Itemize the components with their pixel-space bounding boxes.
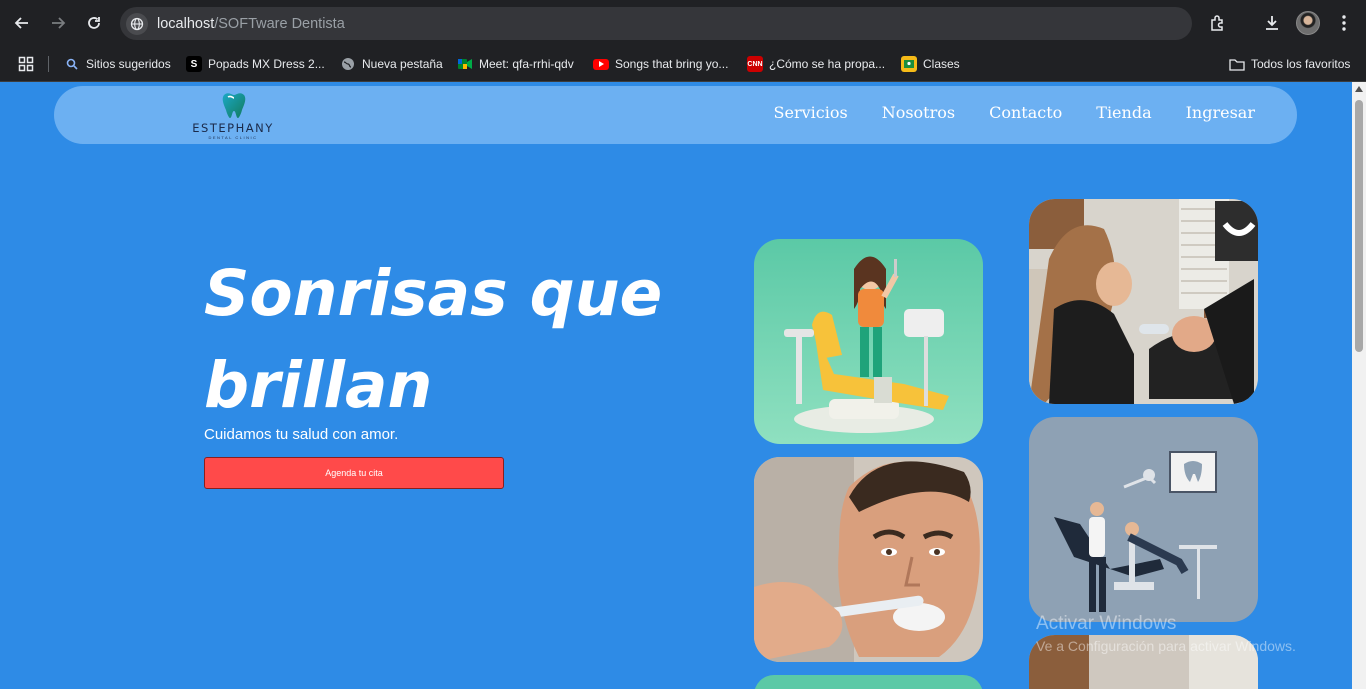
url-path: /SOFTware Dentista xyxy=(214,15,345,32)
partial-image-card xyxy=(754,675,983,689)
bookmark-nueva-pestana[interactable]: Nueva pestaña xyxy=(340,55,443,73)
logo-text: ESTEPHANY xyxy=(192,121,274,135)
all-favorites-folder[interactable]: Todos los favoritos xyxy=(1229,55,1350,73)
nav-ingresar[interactable]: Ingresar xyxy=(1186,103,1255,122)
scrollbar-thumb[interactable] xyxy=(1355,100,1363,352)
clinic-logo[interactable]: ESTEPHANY DENTAL CLINIC xyxy=(184,90,282,142)
bookmark-label: Sitios sugeridos xyxy=(86,57,171,71)
bookmark-label: Nueva pestaña xyxy=(362,57,443,71)
bookmark-popads[interactable]: S Popads MX Dress 2... xyxy=(186,55,325,73)
bookmark-label: Songs that bring yo... xyxy=(615,57,729,71)
bookmark-label: Popads MX Dress 2... xyxy=(208,57,325,71)
book-appointment-button[interactable]: Agenda tu cita xyxy=(204,457,504,489)
nav-contacto[interactable]: Contacto xyxy=(989,103,1062,122)
bookmark-label: Clases xyxy=(923,57,960,71)
windows-activation-subtitle: Ve a Configuración para activar Windows. xyxy=(1036,638,1296,654)
nav-nosotros[interactable]: Nosotros xyxy=(882,103,955,122)
s-letter-icon: S xyxy=(186,56,202,72)
cnn-icon: CNN xyxy=(747,56,763,72)
bookmarks-separator xyxy=(48,56,49,72)
brushing-teeth-photo xyxy=(754,457,983,662)
folder-icon xyxy=(1229,56,1245,72)
youtube-icon xyxy=(593,58,609,70)
bookmark-meet[interactable]: Meet: qfa-rrhi-qdv xyxy=(457,55,574,73)
globe-icon xyxy=(340,56,356,72)
logo-subtext: DENTAL CLINIC xyxy=(208,135,258,140)
meet-icon xyxy=(457,56,473,72)
bookmark-sitios-sugeridos[interactable]: Sitios sugeridos xyxy=(64,55,171,73)
reload-icon[interactable] xyxy=(82,11,106,35)
url-text: localhost/SOFTware Dentista xyxy=(157,16,345,32)
windows-activation-title: Activar Windows xyxy=(1036,613,1177,634)
tooth-logo-icon xyxy=(222,93,246,118)
page-content: ESTEPHANY DENTAL CLINIC Servicios Nosotr… xyxy=(0,82,1352,689)
dentist-exam-photo xyxy=(1029,199,1258,404)
extensions-icon[interactable] xyxy=(1206,11,1230,35)
bookmark-clases[interactable]: Clases xyxy=(901,55,960,73)
dentist-3d-image xyxy=(754,239,983,444)
back-icon[interactable] xyxy=(10,11,34,35)
hero-title: Sonrisas que brillan xyxy=(204,257,663,422)
browser-toolbar: localhost/SOFTware Dentista xyxy=(0,0,1366,46)
apps-grid-icon[interactable] xyxy=(18,55,34,73)
hero-subtitle: Cuidamos tu salud con amor. xyxy=(204,426,399,443)
bookmark-label: ¿Cómo se ha propa... xyxy=(769,57,886,71)
scroll-up-arrow-icon[interactable] xyxy=(1355,86,1363,92)
page-scrollbar[interactable] xyxy=(1352,82,1366,689)
profile-avatar[interactable] xyxy=(1296,11,1320,35)
site-info-icon[interactable] xyxy=(126,12,148,35)
bookmark-songs[interactable]: Songs that bring yo... xyxy=(593,55,728,73)
address-bar[interactable]: localhost/SOFTware Dentista xyxy=(120,7,1192,40)
forward-icon[interactable] xyxy=(46,11,70,35)
site-navbar: ESTEPHANY DENTAL CLINIC Servicios Nosotr… xyxy=(54,86,1297,144)
url-host: localhost xyxy=(157,15,215,32)
nav-tienda[interactable]: Tienda xyxy=(1096,103,1151,122)
bookmark-label: Meet: qfa-rrhi-qdv xyxy=(479,57,574,71)
download-icon[interactable] xyxy=(1260,11,1284,35)
search-icon xyxy=(64,56,80,72)
nav-servicios[interactable]: Servicios xyxy=(774,103,848,122)
menu-dots-icon[interactable] xyxy=(1332,11,1356,35)
bookmark-cnn[interactable]: CNN ¿Cómo se ha propa... xyxy=(747,55,885,73)
bookmarks-bar: Sitios sugeridos S Popads MX Dress 2... … xyxy=(0,46,1366,82)
dental-chair-illustration xyxy=(1029,417,1258,622)
all-favorites-label: Todos los favoritos xyxy=(1251,57,1351,71)
nav-links: Servicios Nosotros Contacto Tienda Ingre… xyxy=(774,103,1255,122)
classroom-icon xyxy=(901,56,917,72)
